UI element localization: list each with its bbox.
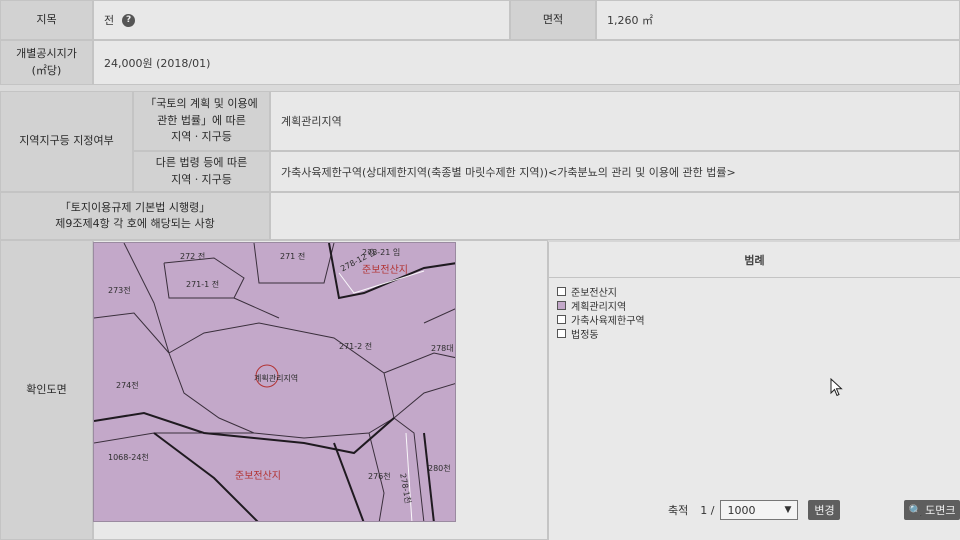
legend-item: 계획관리지역 xyxy=(557,298,960,313)
parcel-274: 274전 xyxy=(116,381,139,390)
enforce-label: 「토지이용규제 기본법 시행령」 제9조제4항 각 호에 해당되는 사항 xyxy=(0,192,270,240)
map-print-button-label: 도면크 xyxy=(925,504,956,517)
legend-item: 준보전산지 xyxy=(557,284,960,299)
zone-sub1-line1: 「국토의 계획 및 이용에 xyxy=(145,97,258,111)
area-value-text: 1,260 ㎡ xyxy=(607,14,653,27)
zone-sub2-line1: 다른 법령 등에 따른 xyxy=(155,156,248,169)
parcel-271-1: 271-1 전 xyxy=(186,280,220,289)
parcel-273: 273전 xyxy=(108,286,131,295)
legend-swatch xyxy=(557,314,566,324)
parcel-271-2: 271-2 전 xyxy=(339,342,373,351)
parcel-272: 272 전 xyxy=(180,252,206,261)
area-label: 면적 xyxy=(510,0,596,40)
map-row-label: 확인도면 xyxy=(0,240,93,540)
price-label: 개별공시지가 (㎡당) xyxy=(0,40,93,85)
jimok-value: 전 ? xyxy=(93,0,510,40)
zone-label-forest-bottom: 준보전산지 xyxy=(235,471,281,482)
zone-sub2-label: 다른 법령 등에 따른 지역ㆍ지구등 xyxy=(133,151,270,192)
legend-swatch xyxy=(557,300,566,310)
scale-change-button-label: 변경 xyxy=(814,504,835,517)
scale-controls: 축적 1 / 1000 ▼ 변경 xyxy=(668,500,841,520)
area-label-text: 면적 xyxy=(542,12,564,26)
legend-list: 준보전산지 계획관리지역 가축사육제한구역 법정동 xyxy=(549,278,960,341)
legend-item-label: 가축사육제한구역 xyxy=(571,315,645,327)
mouse-cursor-icon xyxy=(830,378,843,397)
zone-sub2-value-text: 가축사육제한구역(상대제한지역(축종별 마릿수제한 지역))<가축분뇨의 관리 … xyxy=(281,165,736,179)
legend-item-label: 준보전산지 xyxy=(571,287,617,299)
map-print-button[interactable]: 🔍 도면크 xyxy=(904,500,960,520)
parcel-1068-24: 1068-24천 xyxy=(108,453,149,462)
price-value: 24,000원 (2018/01) xyxy=(93,40,960,85)
legend-panel: 범례 준보전산지 계획관리지역 가축사육제한구역 법정동 xyxy=(548,242,960,540)
scale-prefix: 1 / xyxy=(700,503,715,517)
jimok-value-text: 전 xyxy=(104,14,115,27)
chevron-down-icon: ▼ xyxy=(784,505,792,515)
jimok-label-text: 지목 xyxy=(36,12,57,26)
legend-title: 범례 xyxy=(549,242,960,278)
zone-sub1-line3: 지역ㆍ지구등 xyxy=(171,130,232,144)
parcel-276: 276천 xyxy=(368,472,391,481)
legend-item: 가축사육제한구역 xyxy=(557,312,960,327)
enforce-label-line2: 제9조제4항 각 호에 해당되는 사항 xyxy=(55,217,215,230)
jimok-label: 지목 xyxy=(0,0,93,40)
price-value-text: 24,000원 (2018/01) xyxy=(104,56,211,70)
parcel-271: 271 전 xyxy=(280,252,306,261)
zone-sub2-line2: 지역ㆍ지구등 xyxy=(171,172,232,186)
area-value: 1,260 ㎡ xyxy=(596,0,960,40)
scale-change-button[interactable]: 변경 xyxy=(808,500,841,520)
scale-select[interactable]: 1000 ▼ xyxy=(720,500,799,520)
legend-swatch xyxy=(557,328,566,338)
zone-sub1-value: 계획관리지역 xyxy=(270,91,960,151)
parcel-280: 280천 xyxy=(428,464,451,473)
zone-sub1-label: 「국토의 계획 및 이용에 관한 법률」에 따른 지역ㆍ지구등 xyxy=(133,91,270,151)
scale-select-value: 1000 xyxy=(727,503,756,517)
parcel-278: 278대 xyxy=(431,344,454,353)
zone-label-planned: 계획관리지역 xyxy=(254,374,299,383)
zone-label-text: 지역지구등 지정여부 xyxy=(19,134,114,148)
legend-item-label: 법정동 xyxy=(571,329,599,341)
question-icon[interactable]: ? xyxy=(122,13,136,27)
zone-sub1-value-text: 계획관리지역 xyxy=(281,115,342,128)
zoom-icon: 🔍 xyxy=(908,503,923,517)
price-label-line1: 개별공시지가 xyxy=(16,47,77,60)
legend-item-label: 계획관리지역 xyxy=(571,301,627,313)
price-label-line2: (㎡당) xyxy=(31,63,62,77)
legend-swatch xyxy=(557,286,566,296)
enforce-value xyxy=(270,192,960,240)
enforce-label-line1: 「토지이용규제 기본법 시행령」 xyxy=(59,200,211,214)
scale-label: 축적 xyxy=(668,504,689,517)
zone-sub1-line2: 관한 법률」에 따른 xyxy=(157,113,246,127)
map-row-label-text: 확인도면 xyxy=(26,382,67,396)
zone-label: 지역지구등 지정여부 xyxy=(0,91,133,192)
legend-item: 법정동 xyxy=(557,326,960,341)
zone-label-forest-top: 준보전산지 xyxy=(362,265,408,276)
zone-sub2-value: 가축사육제한구역(상대제한지역(축종별 마릿수제한 지역))<가축분뇨의 관리 … xyxy=(270,151,960,192)
cadastral-map[interactable]: 272 전 271 전 278-21 임 273전 271-1 전 271-2 … xyxy=(93,242,456,522)
